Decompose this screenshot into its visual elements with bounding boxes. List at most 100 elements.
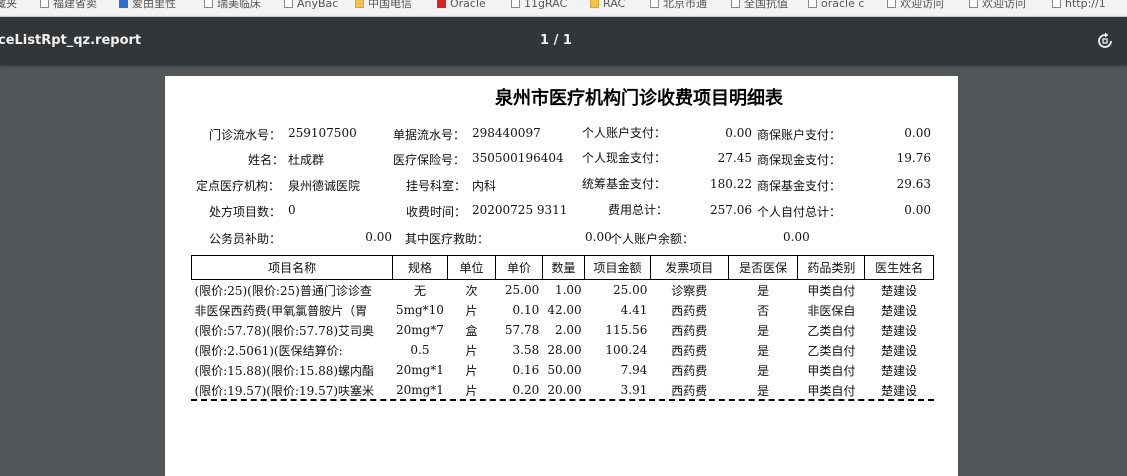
bookmark-item[interactable]: 藏夹 xyxy=(0,0,17,12)
bookmark-label: 全国抗值 xyxy=(744,0,788,10)
bookmark-item[interactable]: Oracle xyxy=(437,0,486,12)
bookmark-item[interactable]: RAC xyxy=(590,0,625,12)
table-cell: 0.16 xyxy=(512,363,540,377)
table-cell: 盒 xyxy=(465,323,478,338)
bookmark-label: 福建省卖 xyxy=(53,0,97,10)
bookmark-item[interactable]: oracle c xyxy=(808,0,864,12)
table-cell: 西药费 xyxy=(671,323,708,338)
table-row: 非医保西药费(甲氧氯普胺片（胃 5mg*10 片 0.10 42.00 4.41 西药费 否 非… xyxy=(192,300,934,320)
table-cell: 20.00 xyxy=(547,383,582,397)
bookmark-item[interactable]: 全国抗值 xyxy=(731,0,788,12)
bookmark-item[interactable]: http://1 xyxy=(1052,0,1106,12)
rotate-icon[interactable] xyxy=(1096,32,1114,50)
table-cell: 是 xyxy=(757,343,770,358)
value-prescription-count: 0 xyxy=(288,203,296,217)
column-header: 单价 xyxy=(495,255,543,280)
table-cell: 片 xyxy=(465,343,478,358)
table-cell: 4.41 xyxy=(620,303,648,317)
charge-items-table: 项目名称 规格 单位 单价 数量 项目金额 发票项目 是否医保 药品类别 医生姓名 (限价:25)… xyxy=(190,255,934,400)
label-civil-servant-subsidy: 公务员补助： xyxy=(209,232,282,246)
table-cell: 片 xyxy=(465,383,478,398)
table-cell: 42.00 xyxy=(547,303,582,317)
label-pooled-fund-pay: 统筹基金支付： xyxy=(582,177,667,191)
table-cell: (限价:19.57)(限价:19.57)呋塞米 xyxy=(194,383,375,398)
value-commercial-account-pay: 0.00 xyxy=(904,126,931,140)
value-outpatient-no: 259107500 xyxy=(288,126,357,140)
page-icon xyxy=(204,0,213,8)
value-pooled-fund-pay: 180.22 xyxy=(710,177,752,191)
table-cell: (限价:25)(限价:25)普通门诊诊查 xyxy=(194,283,372,298)
bookmark-item[interactable]: 北京市通 xyxy=(650,0,707,12)
label-total-cost: 费用总计： xyxy=(608,203,669,217)
table-header-row: 项目名称 规格 单位 单价 数量 项目金额 发票项目 是否医保 药品类别 医生姓名 xyxy=(190,255,934,280)
table-cell: 西药费 xyxy=(671,363,708,378)
table-cell: 楚建设 xyxy=(881,323,918,338)
bookmark-label: http://1 xyxy=(1065,0,1106,10)
table-cell: 乙类自付 xyxy=(807,323,856,338)
table-cell: 非医保自 xyxy=(807,303,856,318)
label-prescription-count: 处方项目数： xyxy=(209,205,282,219)
bookmark-label: AnyBac xyxy=(297,0,339,10)
report-page: 泉州市医疗机构门诊收费项目明细表 门诊流水号： 259107500 单据流水号：… xyxy=(165,76,958,476)
table-cell: 20mg*1 xyxy=(395,363,444,377)
value-medical-institution: 泉州德诚医院 xyxy=(288,179,361,193)
page-icon xyxy=(284,0,293,8)
bookmark-label: 藏夹 xyxy=(0,0,17,10)
bookmark-item[interactable]: 福建省卖 xyxy=(40,0,97,12)
column-header: 项目金额 xyxy=(584,255,651,280)
label-outpatient-no: 门诊流水号： xyxy=(209,128,282,142)
value-total-cost: 257.06 xyxy=(710,203,752,217)
table-cell: 非医保西药费(甲氧氯普胺片（胃 xyxy=(194,303,368,318)
table-cell: 是 xyxy=(757,323,770,338)
value-personal-account-pay: 0.00 xyxy=(725,126,752,140)
page-icon xyxy=(887,0,896,8)
table-row: (限价:2.5061)(医保结算价: 0.5 片 3.58 28.00 100.24 西药费… xyxy=(192,340,934,360)
value-personal-cash-pay: 27.45 xyxy=(717,151,752,165)
bookmark-item[interactable]: 中国电信 xyxy=(355,0,412,12)
bookmark-item[interactable]: 11gRAC xyxy=(511,0,567,12)
label-receipt-no: 单据流水号： xyxy=(393,128,466,142)
table-cell: 7.94 xyxy=(620,363,648,377)
label-commercial-cash-pay: 商保现金支付： xyxy=(757,153,842,167)
table-cell: 次 xyxy=(465,283,478,298)
bookmark-label: 欢迎访问 xyxy=(900,0,944,10)
table-cell: 否 xyxy=(757,303,770,318)
table-cell: (限价:2.5061)(医保结算价: xyxy=(194,343,343,358)
table-cell: 28.00 xyxy=(547,343,582,357)
label-department: 挂号科室： xyxy=(406,179,467,193)
bookmark-label: 瑞美临床 xyxy=(217,0,261,10)
table-cell: 5mg*10 xyxy=(395,303,444,317)
value-receipt-no: 298440097 xyxy=(472,126,541,140)
value-insurance-no: 350500196404 xyxy=(472,151,564,165)
table-cell: (限价:57.78)(限价:57.78)艾司奥 xyxy=(194,323,375,338)
bookmark-label: 11gRAC xyxy=(524,0,568,10)
table-cell: 乙类自付 xyxy=(807,343,856,358)
table-cell: 3.91 xyxy=(620,383,648,397)
table-cell: 是 xyxy=(757,283,770,298)
table-cell: 25.00 xyxy=(504,283,540,297)
table-cell: 楚建设 xyxy=(881,343,918,358)
bookmark-item[interactable]: AnyBac xyxy=(284,0,338,12)
table-cell: 西药费 xyxy=(671,343,708,358)
bookmark-label: 北京市通 xyxy=(663,0,707,10)
bookmark-label: 爱由里性 xyxy=(132,0,176,10)
label-insurance-no: 医疗保险号： xyxy=(393,153,466,167)
table-cell: 楚建设 xyxy=(881,303,918,318)
table-cell: 0.10 xyxy=(512,303,540,317)
value-name: 杜成群 xyxy=(288,153,325,167)
bookmark-item[interactable]: 欢迎访问 xyxy=(887,0,944,12)
bookmark-item[interactable]: 欢迎访问 xyxy=(969,0,1026,12)
page-icon xyxy=(119,0,128,8)
bookmark-item[interactable]: 爱由里性 xyxy=(119,0,176,12)
table-cell: 楚建设 xyxy=(881,283,918,298)
column-header: 数量 xyxy=(541,255,586,280)
table-cell: 20mg*7 xyxy=(395,323,444,337)
table-row: (限价:19.57)(限价:19.57)呋塞米 20mg*1 片 0.20 20.00 3… xyxy=(192,380,934,400)
column-header: 单位 xyxy=(446,255,497,280)
table-cell: 西药费 xyxy=(671,383,708,398)
bookmark-label: 中国电信 xyxy=(368,0,412,10)
value-department: 内科 xyxy=(472,179,497,193)
column-header: 项目名称 xyxy=(190,255,394,280)
bookmark-item[interactable]: 瑞美临床 xyxy=(204,0,261,12)
report-title: 泉州市医疗机构门诊收费项目明细表 xyxy=(495,88,783,109)
